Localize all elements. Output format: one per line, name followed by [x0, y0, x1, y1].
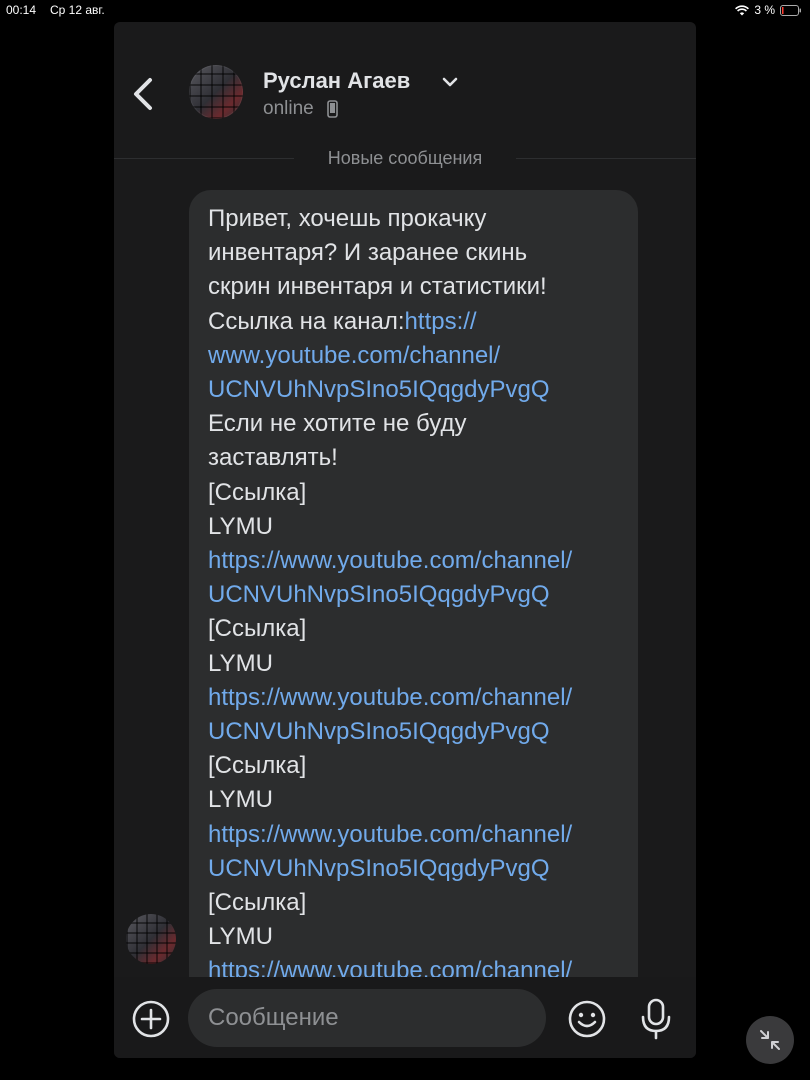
- message-text-span: [Ссылка]: [208, 478, 307, 506]
- microphone-icon: [641, 998, 671, 1040]
- message-link[interactable]: https://www.youtube.com/channel/: [208, 547, 572, 574]
- phone-icon: [327, 100, 338, 118]
- minimize-window-button[interactable]: [746, 1016, 794, 1064]
- message-text-span: [Ссылка]: [208, 615, 307, 643]
- wifi-icon: [735, 4, 750, 16]
- message-text: Привет, хочешь прокачку инвентаря? И зара…: [208, 202, 638, 989]
- contact-avatar[interactable]: [189, 65, 243, 119]
- message-text-span: инвентаря? И заранее скинь: [208, 239, 528, 267]
- message-link[interactable]: UCNVUhNvpSIno5IQqgdyPvgQ: [208, 855, 549, 882]
- message-line: UCNVUhNvpSIno5IQqgdyPvgQ: [208, 715, 638, 749]
- new-messages-divider: Новые сообщения: [327, 148, 483, 168]
- sender-avatar[interactable]: [126, 914, 176, 964]
- message-line: [Ссылка]: [208, 886, 638, 920]
- message-text-span: LYMU: [208, 512, 273, 540]
- message-text-span: Привет, хочешь прокачку: [208, 205, 487, 232]
- back-button[interactable]: [128, 72, 158, 116]
- message-line: UCNVUhNvpSIno5IQqgdyPvgQ: [208, 373, 638, 407]
- message-line: LYMU: [208, 647, 638, 681]
- status-bar: 00:14 Ср 12 авг. 3 %: [0, 0, 810, 20]
- message-text-span: Если не хотите не буду: [208, 410, 467, 438]
- message-line: Ссылка на канал:https://: [208, 305, 638, 339]
- chevron-left-icon: [134, 78, 152, 110]
- message-link[interactable]: https://: [405, 308, 477, 335]
- message-text-span: скрин инвентаря и статистики!: [208, 273, 547, 301]
- message-link[interactable]: https://www.youtube.com/channel/: [208, 684, 572, 711]
- message-link[interactable]: www.youtube.com/channel/: [208, 342, 500, 369]
- message-line: https://www.youtube.com/channel/: [208, 544, 638, 578]
- status-indicators: 3 %: [735, 3, 802, 17]
- message-line: заставлять!: [208, 441, 638, 475]
- collapse-arrows-icon: [760, 1030, 780, 1050]
- chevron-down-icon[interactable]: [440, 72, 460, 92]
- battery-icon: [780, 4, 802, 16]
- voice-message-button[interactable]: [638, 997, 674, 1041]
- message-link[interactable]: UCNVUhNvpSIno5IQqgdyPvgQ: [208, 581, 549, 608]
- chat-header: Руслан Агаев online: [114, 22, 696, 158]
- emoji-button[interactable]: [567, 999, 607, 1039]
- message-link[interactable]: UCNVUhNvpSIno5IQqgdyPvgQ: [208, 718, 549, 745]
- message-line: LYMU: [208, 510, 638, 544]
- message-composer: [114, 977, 696, 1058]
- message-line: https://www.youtube.com/channel/: [208, 818, 638, 852]
- contact-status: online: [263, 98, 314, 119]
- attach-button[interactable]: [131, 999, 171, 1039]
- status-time: 00:14: [6, 3, 37, 17]
- message-line: скрин инвентаря и статистики!: [208, 270, 638, 304]
- message-line: UCNVUhNvpSIno5IQqgdyPvgQ: [208, 852, 638, 886]
- plus-circle-icon: [132, 1000, 170, 1038]
- message-line: LYMU: [208, 920, 638, 954]
- message-text-span: Ссылка на канал:: [208, 307, 405, 335]
- message-text-span: LYMU: [208, 649, 273, 677]
- message-text-span: [Ссылка]: [208, 752, 307, 780]
- message-link[interactable]: UCNVUhNvpSIno5IQqgdyPvgQ: [208, 376, 549, 403]
- status-date: Ср 12 авг.: [50, 3, 105, 17]
- message-line: www.youtube.com/channel/: [208, 339, 638, 373]
- message-line: [Ссылка]: [208, 749, 638, 783]
- message-text-span: LYMU: [208, 923, 273, 951]
- battery-percent: 3 %: [754, 3, 775, 17]
- contact-name[interactable]: Руслан Агаев: [263, 68, 410, 94]
- message-line: https://www.youtube.com/channel/: [208, 681, 638, 715]
- message-line: Привет, хочешь прокачку: [208, 202, 638, 236]
- message-line: Если не хотите не буду: [208, 407, 638, 441]
- message-text-span: заставлять!: [208, 444, 338, 472]
- message-input[interactable]: [188, 989, 546, 1047]
- message-link[interactable]: https://www.youtube.com/channel/: [208, 821, 572, 848]
- chat-window: Руслан Агаев online Новые сообщения Прив…: [114, 22, 696, 1058]
- smiley-icon: [568, 1000, 606, 1038]
- message-text-span: LYMU: [208, 786, 273, 814]
- message-bubble[interactable]: Привет, хочешь прокачку инвентаря? И зара…: [189, 190, 638, 990]
- message-line: [Ссылка]: [208, 612, 638, 646]
- message-line: [Ссылка]: [208, 476, 638, 510]
- message-line: LYMU: [208, 783, 638, 817]
- message-text-span: [Ссылка]: [208, 889, 307, 917]
- message-line: инвентаря? И заранее скинь: [208, 236, 638, 270]
- message-line: UCNVUhNvpSIno5IQqgdyPvgQ: [208, 578, 638, 612]
